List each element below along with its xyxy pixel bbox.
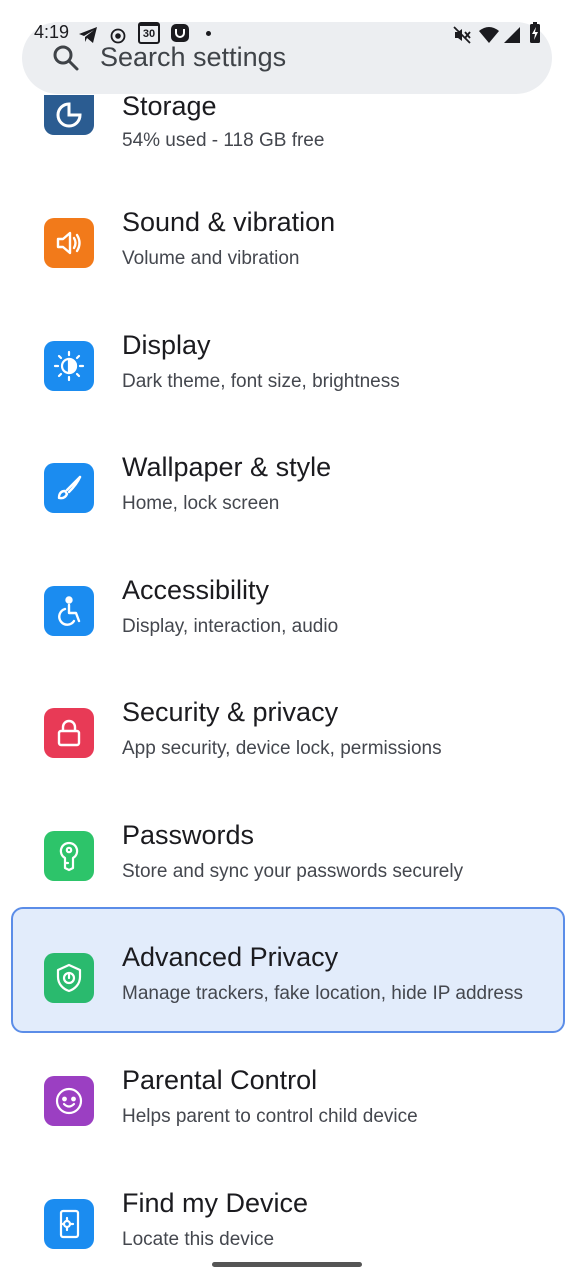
navigation-handle[interactable] <box>212 1262 362 1267</box>
settings-item-title: Parental Control <box>122 1065 318 1095</box>
settings-item-subtitle: Helps parent to control child device <box>122 1106 418 1127</box>
settings-item-sound[interactable]: Sound & vibration Volume and vibration <box>0 193 575 303</box>
child-face-icon <box>44 1076 94 1126</box>
find-device-icon <box>44 1199 94 1249</box>
speaker-icon <box>44 218 94 268</box>
settings-item-display[interactable]: Display Dark theme, font size, brightnes… <box>0 316 575 426</box>
status-time: 4:19 <box>34 22 70 42</box>
app-icon <box>171 24 189 42</box>
calendar-day: 30 <box>142 28 156 40</box>
storage-icon <box>44 95 94 135</box>
settings-item-subtitle: Dark theme, font size, brightness <box>122 371 400 392</box>
settings-item-storage[interactable]: Storage 54% used - 118 GB free <box>0 85 575 195</box>
dot-icon <box>206 31 211 36</box>
search-icon[interactable] <box>52 44 80 72</box>
lock-icon <box>44 708 94 758</box>
wifi-icon <box>479 27 499 43</box>
settings-item-title: Advanced Privacy <box>122 942 339 972</box>
settings-item-advanced-privacy[interactable]: Advanced Privacy Manage trackers, fake l… <box>0 907 575 1038</box>
settings-item-title: Find my Device <box>122 1188 309 1218</box>
key-icon <box>44 831 94 881</box>
brightness-icon <box>44 341 94 391</box>
settings-item-subtitle: App security, device lock, permissions <box>122 738 442 759</box>
settings-item-title: Wallpaper & style <box>122 452 332 482</box>
brush-icon <box>44 463 94 513</box>
settings-item-title: Security & privacy <box>122 697 339 727</box>
search-input[interactable]: Search settings <box>100 42 286 73</box>
mute-icon <box>453 26 471 44</box>
settings-item-subtitle: Display, interaction, audio <box>122 616 339 637</box>
battery-icon <box>530 22 540 43</box>
settings-item-security[interactable]: Security & privacy App security, device … <box>0 683 575 793</box>
settings-item-subtitle: 54% used - 118 GB free <box>122 130 325 151</box>
accessibility-icon <box>44 586 94 636</box>
settings-item-subtitle: Manage trackers, fake location, hide IP … <box>122 983 523 1004</box>
settings-item-subtitle: Volume and vibration <box>122 248 300 269</box>
settings-item-title: Sound & vibration <box>122 207 336 237</box>
settings-item-parental-control[interactable]: Parental Control Helps parent to control… <box>0 1051 575 1161</box>
settings-item-subtitle: Locate this device <box>122 1229 275 1250</box>
settings-item-title: Accessibility <box>122 575 270 605</box>
settings-item-title: Passwords <box>122 820 255 850</box>
record-icon <box>110 28 126 44</box>
settings-item-title: Display <box>122 330 211 360</box>
shield-icon <box>44 953 94 1003</box>
settings-item-passwords[interactable]: Passwords Store and sync your passwords … <box>0 806 575 916</box>
settings-item-wallpaper[interactable]: Wallpaper & style Home, lock screen <box>0 438 575 548</box>
signal-icon <box>504 27 520 43</box>
status-bar: 4:19 30 <box>0 0 575 44</box>
settings-item-subtitle: Store and sync your passwords securely <box>122 861 464 882</box>
settings-item-subtitle: Home, lock screen <box>122 493 280 514</box>
calendar-icon: 30 <box>138 22 160 44</box>
telegram-icon <box>79 27 97 43</box>
settings-item-accessibility[interactable]: Accessibility Display, interaction, audi… <box>0 561 575 671</box>
settings-item-title: Storage <box>122 91 217 121</box>
settings-item-find-my-device[interactable]: Find my Device Locate this device <box>0 1174 575 1284</box>
